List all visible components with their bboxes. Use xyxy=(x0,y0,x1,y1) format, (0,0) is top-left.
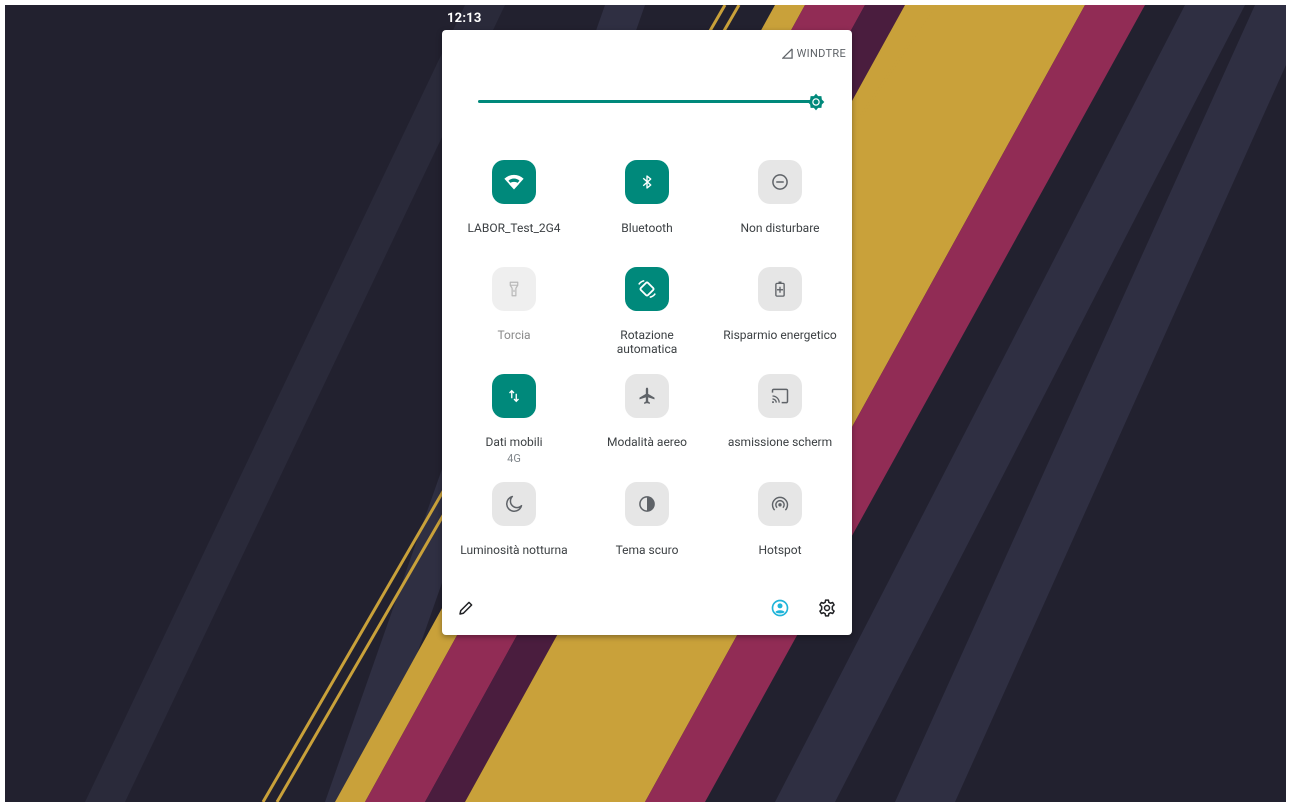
home-screen: 12:13 WINDTRE LABOR_Test_2G4 Bluetooth N… xyxy=(5,5,1286,802)
tile-dark-theme[interactable]: Tema scuro xyxy=(587,482,707,557)
tile-label: Non disturbare xyxy=(740,221,820,235)
do-not-disturb-icon xyxy=(772,174,788,190)
night-light-icon xyxy=(506,495,523,512)
tile-label: Modalità aereo xyxy=(607,435,687,449)
tile-label: Hotspot xyxy=(758,543,802,557)
settings-gear-icon[interactable] xyxy=(817,598,837,618)
mobile-data-icon xyxy=(509,389,519,403)
tile-screen-cast[interactable]: asmissione scherm xyxy=(720,374,840,449)
tile-label: Luminosità notturna xyxy=(460,543,568,557)
tile-label: Dati mobili xyxy=(485,435,543,449)
brightness-slider[interactable] xyxy=(478,100,818,103)
tile-label: Bluetooth xyxy=(621,221,673,235)
carrier-name: WINDTRE xyxy=(796,47,846,60)
bluetooth-icon xyxy=(642,175,652,189)
tile-bluetooth[interactable]: Bluetooth xyxy=(587,160,707,235)
tile-airplane-mode[interactable]: Modalità aereo xyxy=(587,374,707,449)
tile-label: LABOR_Test_2G4 xyxy=(467,221,561,235)
tile-label: Torcia xyxy=(497,328,531,342)
auto-rotate-icon xyxy=(638,280,656,298)
edit-pencil-icon[interactable] xyxy=(457,599,475,617)
user-avatar-icon[interactable] xyxy=(770,598,790,618)
tile-battery-saver[interactable]: Risparmio energetico xyxy=(720,267,840,342)
signal-icon xyxy=(781,48,793,59)
flashlight-icon xyxy=(509,281,519,297)
status-clock: 12:13 xyxy=(447,11,482,26)
wifi-icon xyxy=(504,174,524,190)
tile-label: Risparmio energetico xyxy=(723,328,837,342)
carrier-label: WINDTRE xyxy=(781,47,846,60)
tile-label: asmissione scherm xyxy=(727,435,833,449)
quick-settings-panel: WINDTRE LABOR_Test_2G4 Bluetooth Non dis… xyxy=(442,30,852,635)
tile-do-not-disturb[interactable]: Non disturbare xyxy=(720,160,840,235)
battery-saver-icon xyxy=(775,281,785,297)
cast-icon xyxy=(771,388,789,404)
tile-wifi[interactable]: LABOR_Test_2G4 xyxy=(454,160,574,235)
tile-auto-rotate[interactable]: Rotazione automatica xyxy=(587,267,707,356)
tile-flashlight[interactable]: Torcia xyxy=(454,267,574,342)
hotspot-icon xyxy=(771,496,789,511)
tile-label: Rotazione automatica xyxy=(616,328,678,356)
tile-label: Tema scuro xyxy=(615,543,679,557)
tile-night-light[interactable]: Luminosità notturna xyxy=(454,482,574,557)
tile-hotspot[interactable]: Hotspot xyxy=(720,482,840,557)
tile-mobile-data[interactable]: Dati mobili 4G xyxy=(454,374,574,465)
tile-sublabel: 4G xyxy=(507,452,521,465)
dark-theme-icon xyxy=(639,496,655,512)
airplane-icon xyxy=(639,387,655,404)
brightness-icon[interactable] xyxy=(806,92,826,112)
